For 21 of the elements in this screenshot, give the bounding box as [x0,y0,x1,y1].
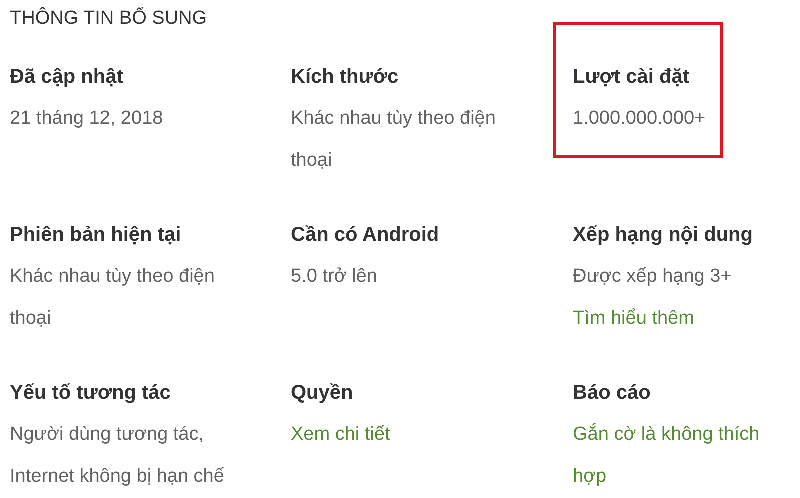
info-value: 21 tháng 12, 2018 [10,107,164,131]
section-heading: THÔNG TIN BỔ SUNG [10,6,208,31]
info-link[interactable]: Xem chi tiết [291,414,390,456]
info-label: Kích thước [291,65,399,90]
info-label: Phiên bản hiện tại [10,223,182,248]
info-label: Đã cập nhật [10,65,124,90]
info-label: Yếu tố tương tác [10,381,171,406]
info-value: 5.0 trở lên [291,265,378,289]
info-link[interactable]: Gắn cờ là không thích hợp [573,414,783,498]
info-label: Xếp hạng nội dung [573,223,753,248]
info-link[interactable]: Tìm hiểu thêm [573,298,694,340]
info-value: Người dùng tương tác, [10,423,204,447]
info-value: Được xếp hạng 3+ [573,265,732,289]
info-label: Báo cáo [573,381,651,406]
info-value: Internet không bị hạn chế [10,465,224,489]
info-label: Cần có Android [291,223,440,248]
info-label: Quyền [291,381,354,406]
info-value: Khác nhau tùy theo điện thoại [10,265,216,331]
info-value: Khác nhau tùy theo điện thoại [291,107,497,173]
info-value: 1.000.000.000+ [573,107,706,131]
info-label: Lượt cài đặt [573,65,690,90]
